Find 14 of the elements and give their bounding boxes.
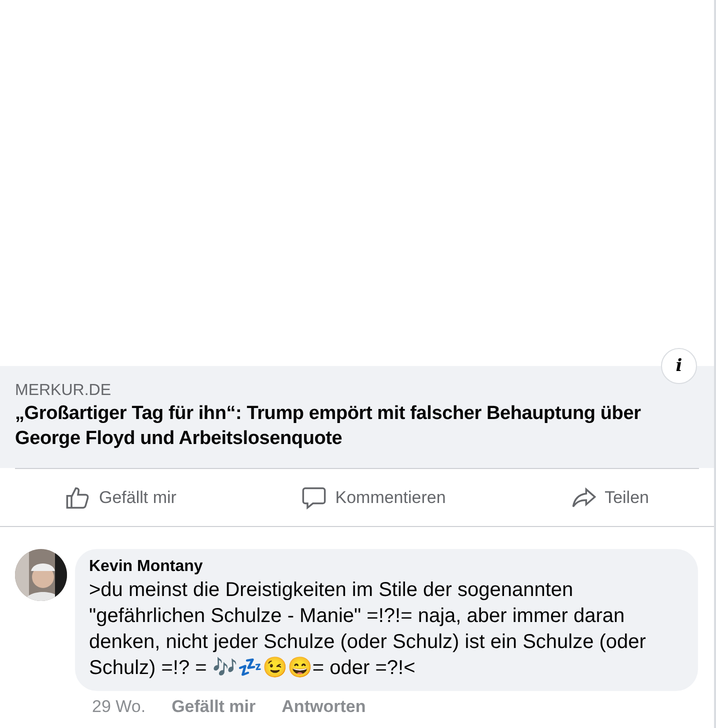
info-button[interactable]: i: [661, 348, 697, 384]
like-link[interactable]: Gefällt mir: [172, 697, 256, 717]
comment-button[interactable]: Kommentieren: [297, 480, 450, 514]
share-button[interactable]: Teilen: [566, 480, 653, 514]
like-button[interactable]: Gefällt mir: [61, 480, 180, 514]
comment-text: >du meinst die Dreistigkeiten im Stile der sogenannten "gefährlichen Schulze - Manie" =!?!= naja, aber immer daran denken, nicht jeder Schulze (oder Schulz) ist ein Schulze (oder Schulz) =!? = 🎶💤😉😄= oder =?!<: [89, 578, 647, 681]
link-domain: MERKUR.DE: [15, 381, 112, 401]
speech-bubble-icon: [301, 484, 328, 510]
comment-time: 29 Wo.: [92, 697, 146, 717]
avatar: [15, 549, 67, 601]
thumbs-up-icon: [65, 484, 91, 510]
reply-link[interactable]: Antworten: [282, 697, 366, 717]
comment-author: Kevin Montany: [89, 557, 204, 577]
link-title: „Großartiger Tag für ihn“: Trump empört mit falscher Behauptung über George Floyd und Arbeitslosenquote: [15, 402, 642, 451]
